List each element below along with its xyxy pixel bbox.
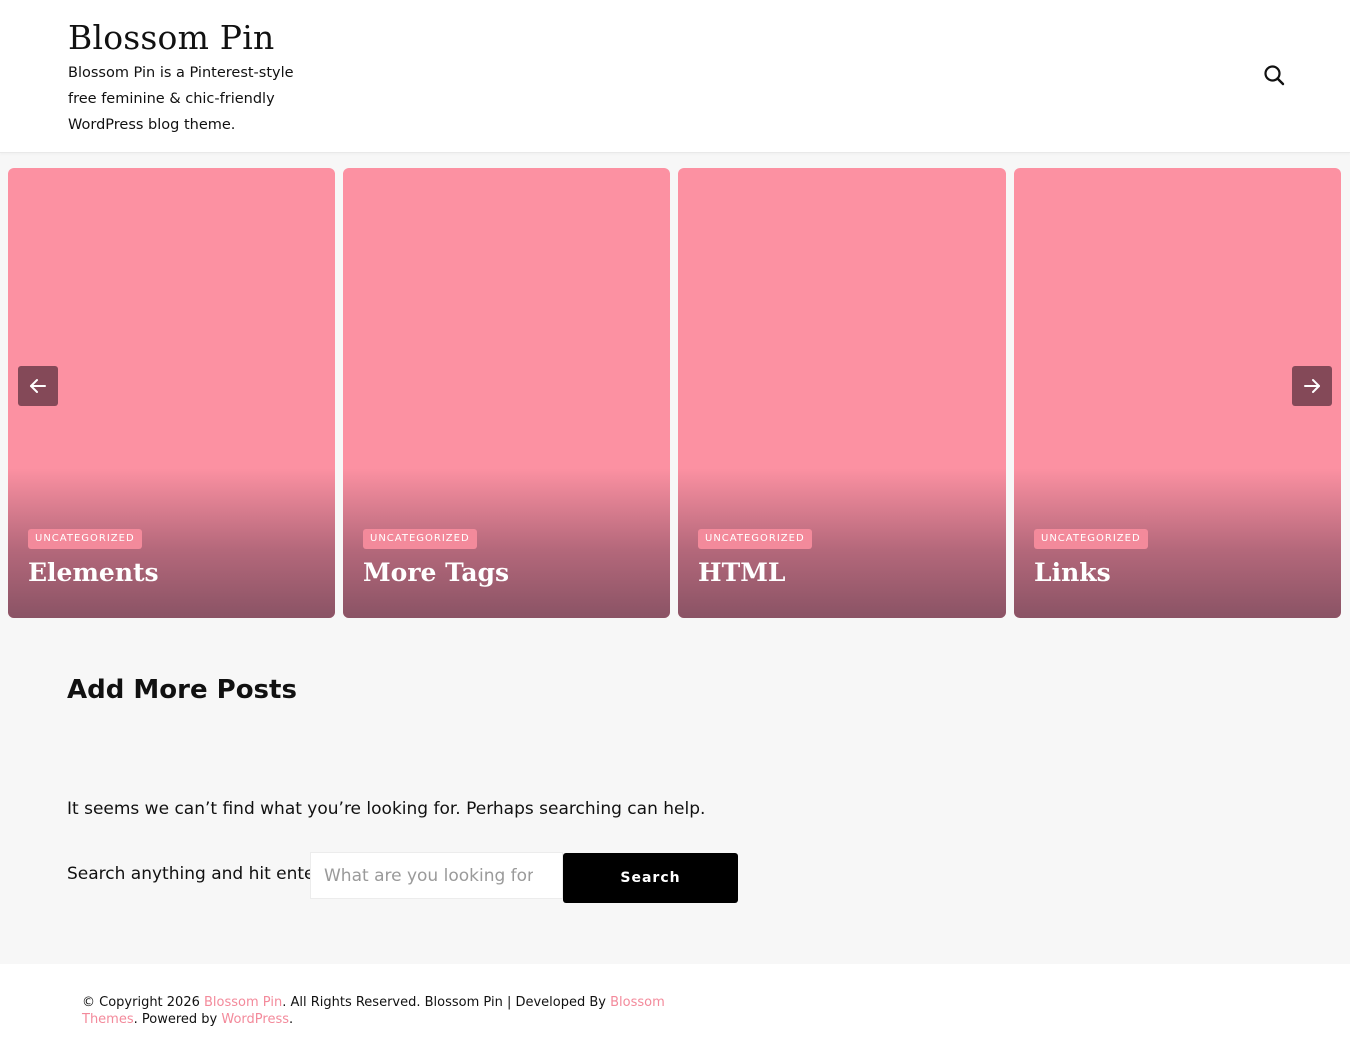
- search-label: Search anything and hit enter.: [67, 864, 326, 884]
- wordpress-link[interactable]: WordPress: [221, 1012, 289, 1027]
- slide-card[interactable]: UNCATEGORIZED More Tags: [343, 168, 670, 618]
- slide-title[interactable]: Elements: [28, 558, 159, 587]
- category-badge[interactable]: UNCATEGORIZED: [28, 529, 142, 549]
- slide-title[interactable]: HTML: [698, 558, 785, 587]
- featured-slider: UNCATEGORIZED Elements UNCATEGORIZED Mor…: [0, 168, 1350, 618]
- site-link[interactable]: Blossom Pin: [204, 995, 282, 1010]
- site-title[interactable]: Blossom Pin: [68, 18, 274, 57]
- arrow-right-icon: [1304, 379, 1320, 393]
- search-icon[interactable]: [1262, 63, 1286, 87]
- slide-title[interactable]: Links: [1034, 558, 1111, 587]
- slider-prev-button[interactable]: [18, 366, 58, 406]
- slide-title[interactable]: More Tags: [363, 558, 509, 587]
- powered-text: . Powered by: [133, 1012, 222, 1027]
- site-footer: © Copyright 2026 Blossom Pin. All Rights…: [0, 964, 1350, 1061]
- category-badge[interactable]: UNCATEGORIZED: [363, 529, 477, 549]
- search-button[interactable]: Search: [563, 853, 738, 903]
- footer-end: .: [289, 1012, 294, 1027]
- copyright-prefix: © Copyright 2026: [82, 995, 205, 1010]
- site-description: Blossom Pin is a Pinterest-style free fe…: [68, 65, 294, 133]
- page-title: Add More Posts: [67, 675, 297, 705]
- search-input[interactable]: [310, 852, 563, 899]
- rights-text: . All Rights Reserved. Blossom Pin | Dev…: [282, 995, 611, 1010]
- slider-next-button[interactable]: [1292, 366, 1332, 406]
- site-header: Blossom Pin Blossom Pin is a Pinterest-s…: [0, 0, 1350, 153]
- category-badge[interactable]: UNCATEGORIZED: [698, 529, 812, 549]
- no-results-message: It seems we can’t find what you’re looki…: [67, 799, 706, 819]
- copyright-text: © Copyright 2026 Blossom Pin. All Rights…: [82, 994, 682, 1028]
- arrow-left-icon: [30, 379, 46, 393]
- category-badge[interactable]: UNCATEGORIZED: [1034, 529, 1148, 549]
- slide-card[interactable]: UNCATEGORIZED HTML: [678, 168, 1006, 618]
